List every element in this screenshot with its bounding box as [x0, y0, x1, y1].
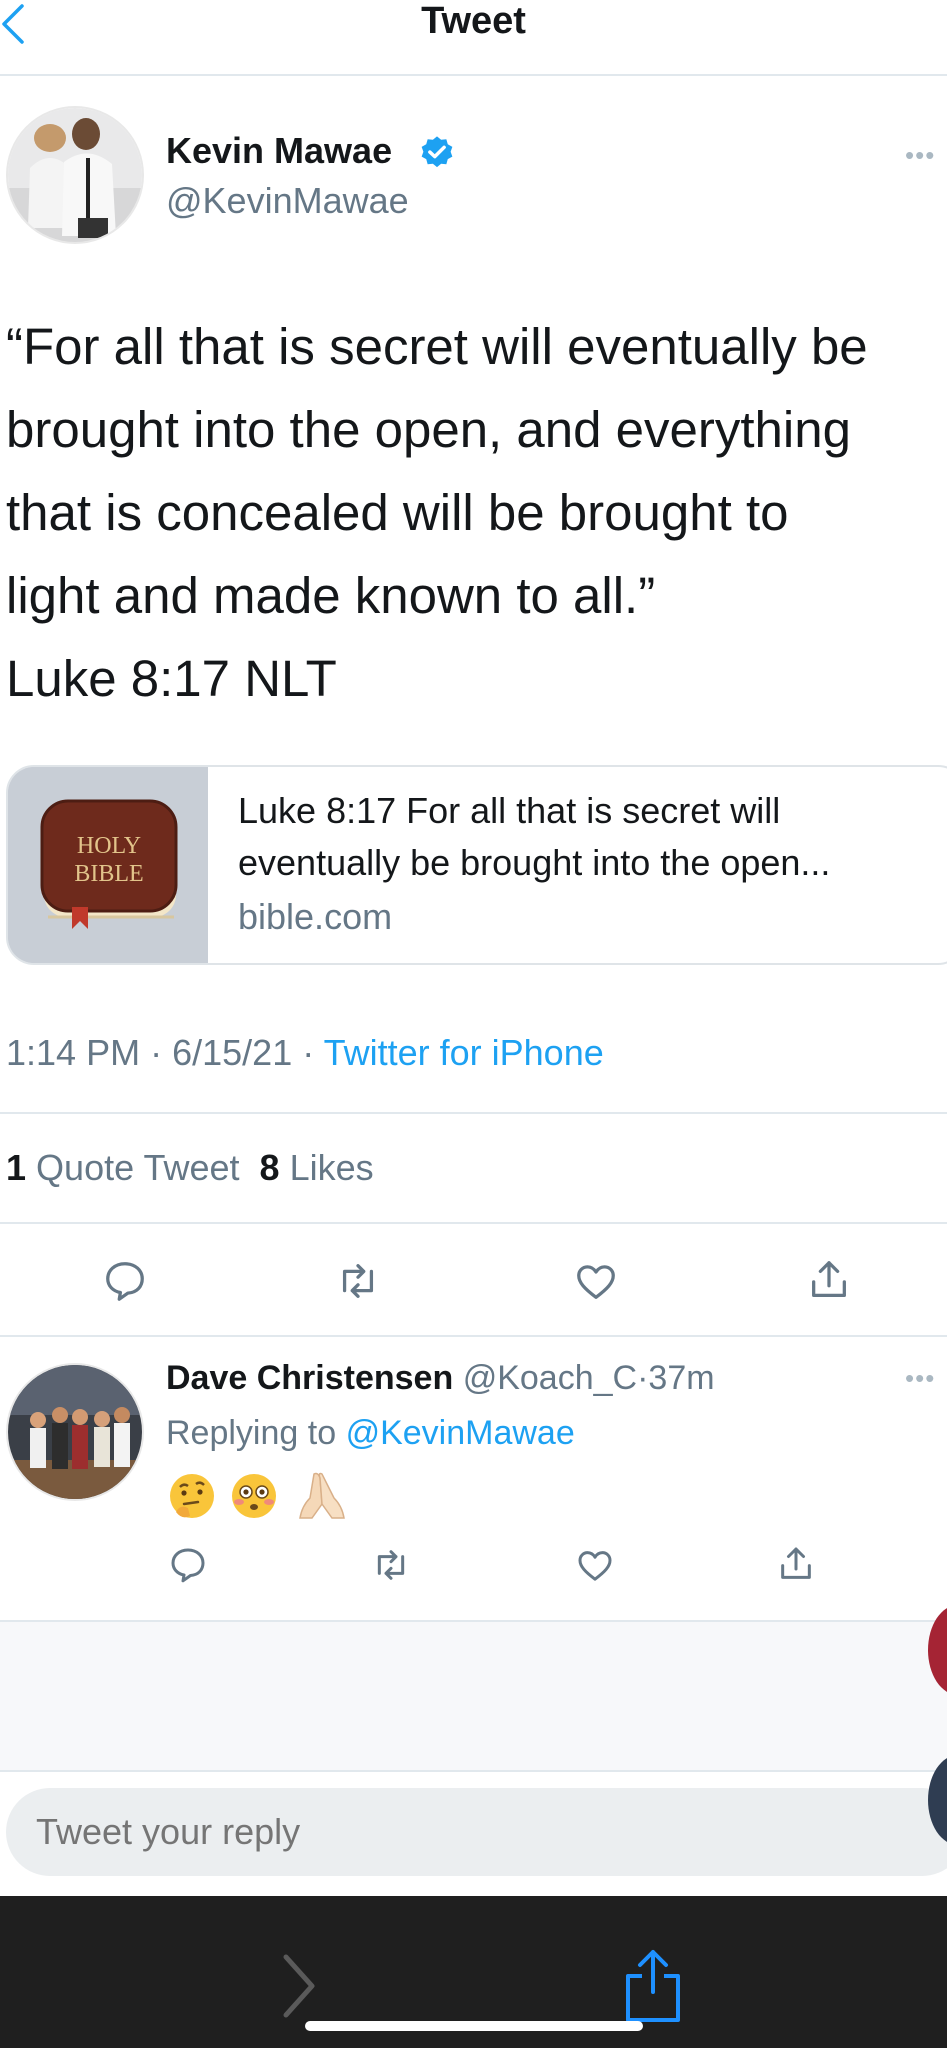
verified-badge-icon — [421, 136, 453, 168]
author-handle[interactable]: @KevinMawae — [166, 180, 409, 222]
page-title: Tweet — [421, 0, 526, 42]
replying-to-label: Replying to — [166, 1414, 337, 1452]
reply-author-handle[interactable]: @Koach_C — [463, 1359, 637, 1397]
likes-stat[interactable]: 8 Likes — [260, 1147, 374, 1188]
tweet-time: 1:14 PM — [6, 1032, 141, 1073]
more-options-icon[interactable]: ••• — [905, 140, 935, 171]
reply-icon[interactable] — [102, 1258, 148, 1304]
chevron-right-icon[interactable] — [280, 1951, 320, 2021]
tweet-text: “For all that is secret will eventually … — [6, 305, 941, 720]
like-icon[interactable] — [572, 1258, 620, 1304]
tweet-meta: 1:14 PM · 6/15/21 · Twitter for iPhone — [6, 1028, 604, 1078]
tweet-text-line: light and made known to all.” — [6, 567, 656, 624]
likes-label: Likes — [289, 1147, 374, 1188]
bible-app-icon: HOLY BIBLE — [8, 767, 208, 963]
tweet-author: Kevin Mawae @KevinMawae ••• — [0, 100, 947, 250]
tweet-date: 6/15/21 — [172, 1032, 293, 1073]
thumb-text-holy: HOLY — [77, 833, 141, 859]
card-domain: bible.com — [238, 896, 393, 937]
link-preview-card[interactable]: HOLY BIBLE Luke 8:17 For all that is sec… — [6, 765, 947, 965]
empty-area — [0, 1622, 947, 1770]
top-bar: Tweet — [0, 0, 947, 76]
quote-count: 1 — [6, 1147, 27, 1188]
retweet-icon[interactable] — [334, 1258, 382, 1304]
author-name[interactable]: Kevin Mawae — [166, 130, 392, 172]
card-title-line: Luke 8:17 For all that is secret will — [238, 790, 781, 831]
tweet-text-line: “For all that is secret will eventually … — [6, 318, 868, 375]
retweet-icon[interactable] — [370, 1545, 412, 1585]
flushed-face-icon — [232, 1474, 276, 1518]
reply-author-name[interactable]: Dave Christensen — [166, 1359, 453, 1397]
share-icon[interactable] — [622, 1946, 684, 2026]
reply-avatar[interactable] — [6, 1363, 144, 1501]
thinking-face-icon — [170, 1474, 214, 1518]
folded-hands-icon — [299, 1472, 345, 1519]
like-count: 8 — [259, 1147, 280, 1188]
thumb-text-bible: BIBLE — [74, 861, 143, 887]
reply-compose-bar — [0, 1770, 947, 1894]
reply-icon[interactable] — [168, 1545, 208, 1585]
like-icon[interactable] — [574, 1545, 616, 1585]
share-icon[interactable] — [776, 1543, 816, 1585]
share-icon[interactable] — [806, 1256, 852, 1304]
more-options-icon[interactable]: ••• — [905, 1363, 935, 1394]
tweet-text-line: brought into the open, and everything — [6, 401, 851, 458]
reply-emojis — [166, 1468, 356, 1524]
reply-time: 37m — [648, 1359, 715, 1397]
card-thumbnail: HOLY BIBLE — [8, 767, 208, 963]
reply-input[interactable] — [6, 1788, 947, 1876]
meta-separator: · — [302, 1032, 315, 1073]
browser-toolbar — [0, 1896, 947, 2048]
tweet-stats: 1 Quote Tweet 8 Likes — [6, 1143, 374, 1193]
tweet-text-line: Luke 8:17 NLT — [6, 650, 337, 707]
reply-separator: · — [637, 1359, 649, 1397]
replying-to: Replying to @KevinMawae — [166, 1410, 575, 1456]
reply-header: Dave Christensen @Koach_C·37m — [166, 1355, 715, 1401]
divider — [0, 1222, 947, 1224]
reply-tweet[interactable]: Dave Christensen @Koach_C·37m ••• Replyi… — [0, 1345, 947, 1615]
tweet-source-link[interactable]: Twitter for iPhone — [324, 1032, 604, 1073]
avatar-photo — [8, 108, 142, 242]
author-avatar[interactable] — [6, 106, 144, 244]
home-indicator — [305, 2021, 643, 2031]
quote-label: Quote Tweet — [36, 1147, 240, 1188]
card-title-line: eventually be brought into the open... — [238, 842, 831, 883]
divider — [0, 1112, 947, 1114]
card-body: Luke 8:17 For all that is secret will ev… — [238, 785, 947, 943]
tweet-text-line: that is concealed will be brought to — [6, 484, 789, 541]
avatar-photo — [8, 1365, 142, 1499]
quote-tweets-stat[interactable]: 1 Quote Tweet — [6, 1147, 240, 1188]
meta-separator: · — [150, 1032, 163, 1073]
divider — [0, 1335, 947, 1337]
replying-to-handle[interactable]: @KevinMawae — [346, 1414, 575, 1452]
